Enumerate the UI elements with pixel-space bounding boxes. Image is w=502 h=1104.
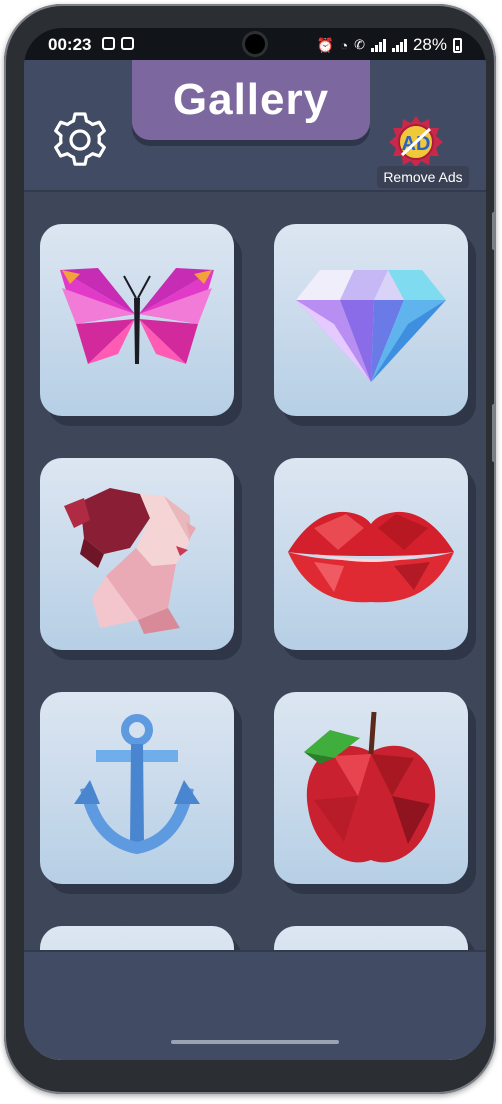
call-icon: ✆ xyxy=(354,37,365,52)
diamond-icon xyxy=(296,270,446,382)
gallery-card-anchor[interactable] xyxy=(40,692,234,884)
gear-icon[interactable] xyxy=(50,110,110,170)
power-button xyxy=(492,404,496,462)
gallery-card-diamond[interactable] xyxy=(274,224,468,416)
battery-icon xyxy=(453,37,462,53)
wifi-icon: ◔ xyxy=(340,37,349,53)
signal-icon xyxy=(370,38,386,52)
battery-level: 28% xyxy=(412,35,447,54)
gallery-card-lips[interactable] xyxy=(274,458,468,650)
front-camera xyxy=(245,34,265,54)
apple-icon xyxy=(304,711,436,863)
butterfly-icon xyxy=(60,268,214,364)
gallery-grid xyxy=(24,190,486,1060)
home-indicator[interactable] xyxy=(171,1040,339,1044)
page-title: Gallery xyxy=(172,75,330,124)
image-icon xyxy=(102,37,115,50)
gallery-card-woman-portrait[interactable] xyxy=(40,458,234,650)
remove-ads-button[interactable]: Remove Ads xyxy=(377,166,469,188)
app-header: Gallery AD Remove Ads xyxy=(24,60,486,192)
ad-badge-icon[interactable]: AD xyxy=(388,114,444,170)
bottom-bar xyxy=(24,950,486,1060)
lips-icon xyxy=(288,511,454,603)
gallery-card-apple[interactable] xyxy=(274,692,468,884)
volume-button xyxy=(492,212,496,250)
anchor-icon xyxy=(74,714,200,855)
app-icon xyxy=(121,37,134,50)
app-screen: 00:23 ⏰ ◔ ✆ 28% Gallery Remove Ads xyxy=(24,28,486,1060)
signal-icon xyxy=(391,38,407,52)
title-tab: Gallery xyxy=(132,60,370,140)
gallery-card-butterfly[interactable] xyxy=(40,224,234,416)
phone-frame: 00:23 ⏰ ◔ ✆ 28% Gallery Remove Ads xyxy=(4,4,496,1094)
woman-portrait-icon xyxy=(64,488,196,634)
alarm-icon: ⏰ xyxy=(316,36,335,53)
status-time: 00:23 xyxy=(48,35,92,54)
status-bar: 00:23 ⏰ ◔ ✆ 28% xyxy=(24,28,486,60)
